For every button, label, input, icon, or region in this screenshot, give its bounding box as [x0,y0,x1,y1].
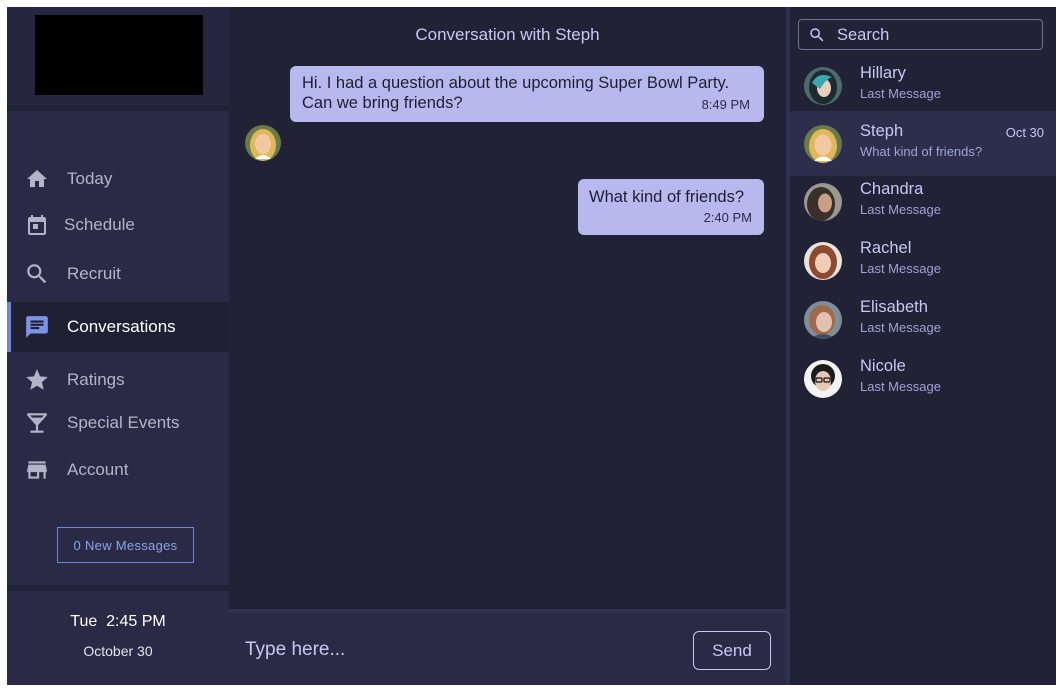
contact-last-message: Last Message [860,379,941,394]
contact-name: Rachel [860,239,912,257]
search-box[interactable]: Search [798,19,1043,50]
new-messages-button[interactable]: 0 New Messages [57,527,194,563]
store-icon [24,457,50,483]
contact-item-elisabeth[interactable]: Elisabeth Last Message [790,287,1056,351]
nav-item-schedule[interactable]: Schedule [7,202,229,248]
contact-last-message: What kind of friends? [860,144,983,159]
contact-item-chandra[interactable]: Chandra Last Message [790,169,1056,233]
star-icon [24,367,50,393]
clock-time: Tue 2:45 PM [70,613,166,630]
contact-last-message: Last Message [860,261,941,276]
message-line: Hi. I had a question about the upcoming … [302,74,730,92]
nav-label: Ratings [67,370,125,389]
message-line: What kind of friends? [589,188,744,206]
nav-label: Schedule [64,215,135,234]
contact-name: Chandra [860,180,924,198]
message-time: 8:49 PM [701,97,750,112]
contact-name: Steph [860,122,904,140]
nav-label: Today [67,169,113,188]
divider [7,105,229,111]
search-icon [808,26,826,49]
sidebar: Today Schedule Recruit Conversations Rat [7,7,229,685]
contact-date: Oct 30 [1005,125,1044,140]
contact-last-message: Last Message [860,86,941,101]
nav-label: Recruit [67,264,121,283]
logo [35,15,203,95]
avatar-chandra [804,183,842,221]
contact-item-hillary[interactable]: Hillary Last Message [790,53,1056,117]
conversation-title: Conversation with Steph [415,25,600,44]
contacts-panel: Search Hillary Last Message Steph What k… [790,7,1056,685]
search-icon [24,261,50,287]
message-line: Can we bring friends? [302,94,463,112]
nav-item-ratings[interactable]: Ratings [7,357,229,403]
message-input[interactable] [245,635,665,665]
contact-item-rachel[interactable]: Rachel Last Message [790,228,1056,292]
contact-last-message: Last Message [860,320,941,335]
conversation-panel: Conversation with Steph Hi. I had a ques… [229,7,786,685]
send-button[interactable]: Send [693,631,771,670]
contact-name: Nicole [860,357,906,375]
message-bubble-received: What kind of friends? 2:40 PM [578,179,764,235]
nav-item-account[interactable]: Account [7,447,229,493]
app-window: Today Schedule Recruit Conversations Rat [7,7,1056,685]
avatar-elisabeth [804,301,842,339]
search-placeholder: Search [837,26,890,44]
contact-last-message: Last Message [860,202,941,217]
logo-area [7,7,229,105]
nav-item-special-events[interactable]: Special Events [7,400,229,446]
clock: Tue 2:45 PM October 30 [7,591,229,685]
contact-name: Elisabeth [860,298,928,316]
nav-item-today[interactable]: Today [7,156,229,202]
cocktail-icon [24,410,50,436]
nav-label: Account [67,460,129,479]
avatar-hillary [804,67,842,105]
nav-item-conversations[interactable]: Conversations [7,302,229,352]
chat-icon [24,314,50,340]
nav-label: Conversations [67,317,176,336]
avatar-nicole [804,360,842,398]
avatar-rachel [804,242,842,280]
contact-item-nicole[interactable]: Nicole Last Message [790,346,1056,410]
message-bubble-sent: Hi. I had a question about the upcoming … [290,66,764,122]
home-icon [24,166,50,192]
avatar-steph [245,125,281,161]
avatar-steph [804,125,842,163]
calendar-icon [24,212,50,238]
contact-item-steph[interactable]: Steph What kind of friends? Oct 30 [790,111,1056,176]
clock-date: October 30 [83,643,153,659]
message-composer: Send [229,609,786,685]
message-time: 2:40 PM [703,210,752,225]
nav-item-recruit[interactable]: Recruit [7,251,229,297]
contact-name: Hillary [860,64,906,82]
nav-label: Special Events [67,413,180,432]
